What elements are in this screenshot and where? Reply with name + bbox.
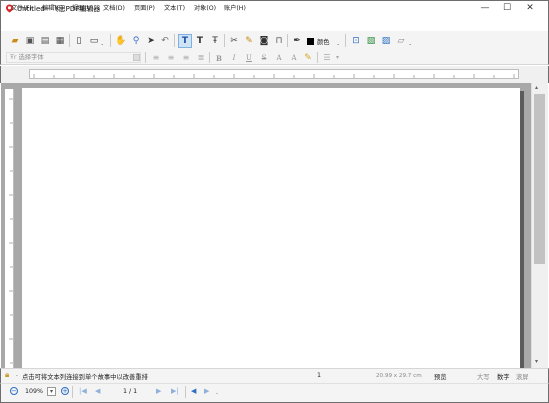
subscript-button[interactable]: A — [288, 52, 300, 64]
page-view-icon[interactable]: ▭ — [88, 35, 100, 47]
close-button[interactable]: ✕ — [519, 1, 541, 15]
superscript-button[interactable]: A — [273, 52, 285, 64]
page-indicator[interactable]: 1 / 1 — [123, 388, 137, 395]
status-page-size: 20.99 x 29.7 cm — [376, 373, 422, 379]
scroll-up-icon[interactable]: ▴ — [535, 84, 538, 91]
menu-file[interactable]: 文件(F) — [11, 3, 32, 12]
text-tool-icon[interactable]: T — [178, 34, 192, 48]
align-center-icon[interactable]: ≡ — [165, 52, 177, 64]
list-icon[interactable]: ☰ — [321, 52, 333, 64]
color-label[interactable]: 颜色 — [317, 37, 330, 46]
save-icon[interactable]: ▣ — [24, 35, 36, 47]
vertical-ruler[interactable] — [5, 89, 14, 368]
maximize-button[interactable]: ☐ — [496, 1, 518, 15]
menu-bar — [0, 17, 549, 31]
font-size-dropdown-icon[interactable] — [133, 54, 140, 61]
num-indicator: 数字 — [497, 374, 510, 381]
bookmark-icon[interactable]: ▧ — [365, 35, 377, 47]
underline-button[interactable]: U — [243, 52, 255, 64]
eyedropper-icon[interactable]: ✒ — [291, 35, 303, 47]
toolbar-separator — [69, 34, 70, 47]
italic-button[interactable]: I — [228, 52, 240, 64]
toolbar-separator — [110, 34, 111, 47]
select-arrow-icon[interactable]: ➤ — [145, 35, 157, 47]
print-icon[interactable]: ▦ — [54, 35, 66, 47]
justify-icon[interactable]: ≣ — [195, 52, 207, 64]
bold-button[interactable]: B — [213, 52, 225, 64]
preview-button[interactable]: 预览 — [434, 372, 447, 381]
scrollbar-thumb[interactable] — [534, 94, 545, 264]
pen-icon[interactable]: ✎ — [243, 35, 255, 47]
menu-view[interactable]: 视图(V) — [72, 3, 93, 12]
toolbar-separator — [224, 34, 225, 47]
undo-icon[interactable]: ↶ — [159, 35, 171, 47]
align-right-icon[interactable]: ≡ — [180, 52, 192, 64]
nav-separator — [72, 386, 73, 398]
dropdown-arrow-icon[interactable]: . — [101, 39, 103, 47]
list-dropdown-icon[interactable]: ▾ — [336, 54, 339, 61]
history-dropdown-icon[interactable]: . — [216, 389, 218, 396]
zoom-in-icon[interactable]: + — [61, 387, 69, 395]
font-placeholder: 选择字体 — [18, 54, 44, 61]
forward-icon[interactable]: ▶ — [204, 387, 209, 395]
menu-text[interactable]: 文本(T) — [164, 3, 185, 12]
nav-separator — [185, 386, 186, 398]
zoom-dropdown-icon[interactable]: ▾ — [47, 387, 56, 396]
zoom-level[interactable]: 109% — [25, 388, 43, 395]
horizontal-ruler[interactable] — [29, 69, 519, 79]
toolbar-separator — [317, 52, 318, 63]
status-dropdown-icon[interactable]: . — [16, 371, 18, 378]
next-page-icon[interactable]: ▶ — [156, 387, 161, 395]
camera-icon[interactable]: ◙ — [258, 35, 270, 47]
first-page-icon[interactable]: |◀ — [79, 387, 87, 395]
toolbar-separator — [345, 34, 346, 47]
menu-edit[interactable]: 编辑(E) — [42, 3, 63, 12]
link-icon[interactable]: ⊓ — [273, 35, 285, 47]
cut-icon[interactable]: ✂ — [228, 35, 240, 47]
highlight-icon[interactable]: ✎ — [302, 52, 314, 64]
caps-indicator: 大写 — [477, 374, 490, 381]
menu-page[interactable]: 页面(P) — [134, 3, 155, 12]
save-as-icon[interactable]: ▤ — [39, 35, 51, 47]
minimize-button[interactable]: — — [474, 1, 496, 15]
strikethrough-button[interactable]: S — [258, 52, 270, 64]
page-add-dropdown-icon[interactable]: . — [409, 39, 411, 47]
bookmark-add-icon[interactable]: ▨ — [380, 35, 392, 47]
prev-page-icon[interactable]: ◀ — [95, 387, 100, 395]
status-page-number: 1 — [317, 372, 322, 379]
menu-document[interactable]: 文档(D) — [103, 3, 125, 12]
toolbar-separator — [287, 34, 288, 47]
menu-account[interactable]: 账户(H) — [224, 3, 246, 12]
toolbar-separator — [209, 52, 210, 63]
color-dropdown-icon[interactable]: . — [337, 39, 339, 47]
toolbar-separator — [145, 52, 146, 63]
text-edit-icon[interactable]: T — [194, 35, 206, 47]
toolbar-separator — [174, 34, 175, 47]
scroll-indicator: 滚屏 — [516, 374, 529, 381]
menu-object[interactable]: 对象(O) — [194, 3, 216, 12]
font-select[interactable]: Ŧr 选择字体 — [6, 52, 141, 63]
last-page-icon[interactable]: ▶| — [171, 387, 179, 395]
hand-icon[interactable]: ✋ — [115, 35, 127, 47]
page-icon[interactable]: ▯ — [73, 35, 85, 47]
back-icon[interactable]: ◀ — [191, 387, 196, 395]
page-add-icon[interactable]: ▱ — [395, 35, 407, 47]
zoom-out-icon[interactable]: − — [10, 387, 18, 395]
open-icon[interactable]: ▰ — [9, 35, 21, 47]
lock-icon[interactable]: 🔒︎ — [5, 371, 13, 379]
pdf-page[interactable] — [22, 88, 520, 368]
status-message: 点击可将文本列连接到单个故事中以改善重排 — [22, 374, 148, 381]
stamp-icon[interactable]: ⊡ — [350, 35, 362, 47]
zoom-icon[interactable]: ⚲ — [130, 35, 142, 47]
scroll-down-icon[interactable]: ▾ — [535, 358, 538, 365]
color-swatch-icon[interactable] — [307, 38, 314, 45]
text-insert-icon[interactable]: Ŧ — [209, 35, 221, 47]
align-left-icon[interactable]: ≡ — [150, 52, 162, 64]
